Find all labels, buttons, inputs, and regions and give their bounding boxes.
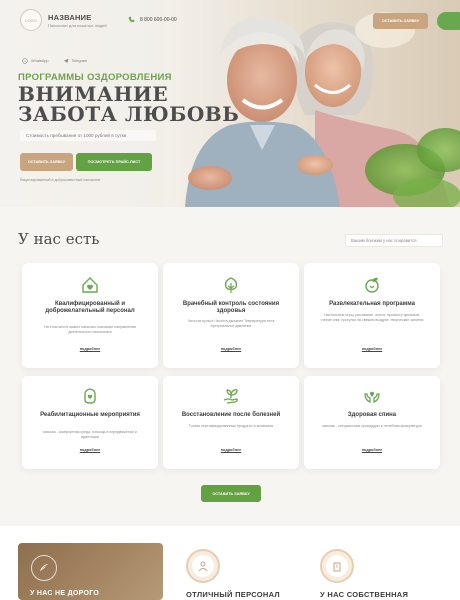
- service-card-more-link[interactable]: подробнее: [163, 448, 299, 452]
- feature-building-label: У НАС СОБСТВЕННАЯ: [320, 590, 409, 599]
- feature-card-text: У НАС НЕ ДОРОГО: [30, 590, 100, 597]
- service-card-desc: На этом месте можно написать описание на…: [44, 325, 136, 334]
- service-card-desc: массаж - специальные процедуры и лечебна…: [322, 424, 422, 428]
- social-whatsapp-label: WhatsApp: [31, 59, 49, 63]
- social-telegram[interactable]: Telegram: [63, 58, 88, 64]
- logo-badge-text: LOGO: [25, 17, 37, 23]
- service-card-desc: Только сертифицированные продукты и вита…: [188, 424, 274, 428]
- header-request-button[interactable]: ОСТАВИТЬ ЗАЯВКУ: [373, 13, 428, 29]
- logo-badge[interactable]: LOGO: [20, 9, 42, 31]
- hands-care-icon: [364, 391, 380, 403]
- feature-staff-label: ОТЛИЧНЫЙ ПЕРСОНАЛ: [186, 590, 280, 599]
- service-card-recovery[interactable]: Восстановление после болезней Только сер…: [163, 376, 299, 469]
- brand-name: НАЗВАНИЕ: [48, 13, 92, 22]
- hero-request-button[interactable]: ОСТАВИТЬ ЗАЯВКУ: [20, 153, 73, 171]
- building-icon: [333, 562, 341, 572]
- wallet-icon: [40, 564, 48, 571]
- hero-headline-line1: ВНИМАНИЕ: [18, 82, 169, 106]
- hand-heart-icon: [84, 388, 96, 404]
- phone-number: 8 800 600-00-00: [140, 16, 177, 23]
- service-card-title: Восстановление после болезней: [181, 412, 281, 418]
- service-card-staff[interactable]: Квалифицированный и доброжелательный пер…: [22, 263, 158, 368]
- service-card-more-link[interactable]: подробнее: [163, 347, 299, 351]
- brand-tagline: Пансионат для пожилых людей: [48, 23, 107, 28]
- service-card-rehab[interactable]: Реабилитационные мероприятия массаж - ко…: [22, 376, 158, 469]
- feature-building-badge-inner: [326, 555, 348, 577]
- feature-building-badge: [320, 549, 354, 583]
- service-card-desc: Настольные игры, рисование, лепка, просм…: [320, 313, 424, 322]
- services-request-button[interactable]: ОСТАВИТЬ ЗАЯВКУ: [201, 485, 261, 502]
- social-telegram-label: Telegram: [71, 59, 88, 63]
- hero-section: LOGO НАЗВАНИЕ Пансионат для пожилых люде…: [0, 0, 460, 207]
- service-card-title: Реабилитационные мероприятия: [40, 412, 140, 418]
- site-header: LOGO НАЗВАНИЕ Пансионат для пожилых люде…: [0, 0, 460, 40]
- leaf-drop-icon: [365, 277, 379, 293]
- service-card-more-link[interactable]: подробнее: [304, 347, 440, 351]
- hero-pricelist-button[interactable]: ПОСМОТРЕТЬ ПРАЙС-ЛИСТ: [76, 153, 152, 171]
- social-links: WhatsApp Telegram: [22, 58, 87, 64]
- service-card-more-link[interactable]: подробнее: [22, 347, 158, 351]
- service-card-spine[interactable]: Здоровая спина массаж - специальные проц…: [304, 376, 440, 469]
- medical-tree-icon: [224, 277, 238, 293]
- service-card-desc: Частота пульса Частота дыхания Температу…: [187, 319, 275, 328]
- whatsapp-icon: [22, 58, 28, 64]
- feature-card-price[interactable]: У НАС НЕ ДОРОГО: [18, 543, 163, 600]
- phone-link[interactable]: 8 800 600-00-00: [128, 16, 177, 23]
- header-callback-button[interactable]: [437, 12, 460, 30]
- sprout-hand-icon: [223, 389, 238, 404]
- service-card-title: Развлекательная программа: [329, 301, 415, 307]
- social-whatsapp[interactable]: WhatsApp: [22, 58, 49, 64]
- feature-card-ring: [31, 555, 57, 581]
- service-card-more-link[interactable]: подробнее: [22, 448, 158, 452]
- telegram-icon: [63, 58, 68, 64]
- license-note: Лицензированный и добросовестный пансион…: [20, 178, 101, 182]
- services-title: У нас есть: [18, 230, 100, 248]
- service-card-more-link[interactable]: подробнее: [304, 448, 440, 452]
- phone-icon: [128, 16, 135, 23]
- feature-staff-badge: [186, 549, 220, 583]
- feature-staff-badge-inner: [192, 555, 214, 577]
- service-card-desc: массаж - комфортная среда, помощь в пере…: [43, 430, 137, 439]
- service-card-medical[interactable]: Врачебный контроль состояния здоровья Ча…: [163, 263, 299, 368]
- landing-page: LOGO НАЗВАНИЕ Пансионат для пожилых люде…: [0, 0, 460, 600]
- service-card-title: Здоровая спина: [347, 412, 397, 418]
- services-search-input[interactable]: Вашим близким у нас понравится: [345, 234, 443, 247]
- price-note: Стоимость пребывания от 1000 рублей в су…: [20, 130, 156, 141]
- service-card-title: Квалифицированный и доброжелательный пер…: [45, 301, 135, 314]
- service-card-title: Врачебный контроль состояния здоровья: [182, 301, 280, 314]
- hero-headline-line2: ЗАБОТА ЛЮБОВЬ: [18, 102, 240, 126]
- staff-icon: [198, 561, 208, 572]
- hero-headline: ВНИМАНИЕ ЗАБОТА ЛЮБОВЬ: [18, 84, 239, 124]
- house-heart-icon: [82, 277, 98, 293]
- service-card-entertainment[interactable]: Развлекательная программа Настольные игр…: [304, 263, 440, 368]
